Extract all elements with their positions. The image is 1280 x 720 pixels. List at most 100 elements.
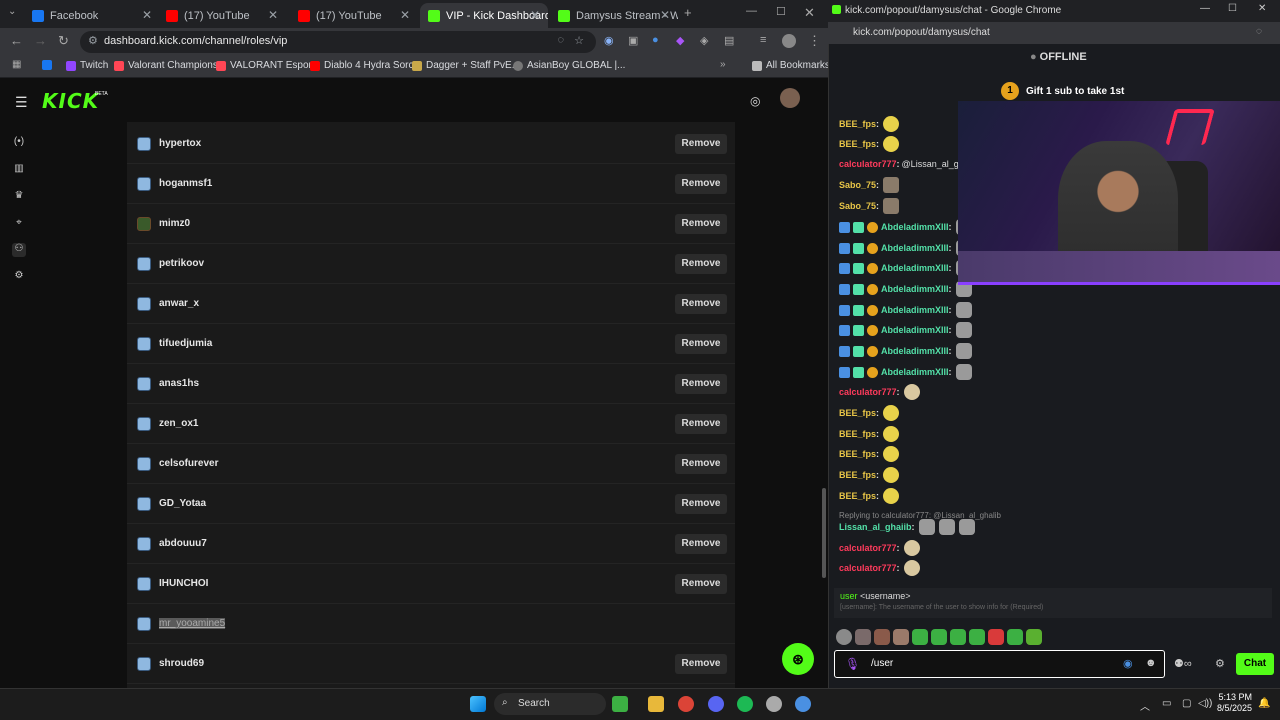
moderation-icon[interactable]: ⌖ [12,217,26,231]
support-chat-button[interactable]: ⊛ [782,643,814,675]
bookmark-facebook[interactable] [42,60,56,70]
remove-vip-button[interactable]: Remove [675,494,727,514]
network-icon[interactable]: ▢ [1182,698,1191,709]
chat-message[interactable]: BEE_fps: [839,405,900,421]
taskbar-search[interactable]: ⌕ Search [494,693,606,715]
media-icon[interactable]: ≡ [760,34,766,46]
chat-message[interactable]: AbdeladimmXIII: [839,260,972,276]
bookmark-dagger[interactable]: Dagger + Staff PvE... [412,60,520,71]
tray-icon[interactable]: ▭ [1162,698,1171,709]
chrome-icon[interactable] [678,696,694,712]
roles-icon[interactable]: ⚇ [12,243,26,257]
app-icon[interactable] [795,696,811,712]
tab-kick-4[interactable]: Damysus Stream - Wat ✕ [550,3,678,28]
chat-username[interactable]: AbdeladimmXIII [881,346,949,356]
bookmark-valorant-esports[interactable]: VALORANT Esports [216,60,320,71]
all-bookmarks[interactable]: All Bookmarks [752,60,830,71]
notification-bell-icon[interactable]: 🔔 [1258,698,1270,709]
tab-kick-3[interactable]: VIP - Kick Dashboard ✕ [420,3,548,28]
microphone-icon[interactable]: 🎙 [845,657,860,671]
chat-username[interactable]: calculator777 [839,159,897,169]
trophy-icon[interactable]: ♛ [12,190,26,204]
emote-icon[interactable] [969,629,985,645]
emote-icon[interactable] [988,629,1004,645]
steam-icon[interactable] [766,696,782,712]
site-info-icon[interactable]: ⚙ [88,34,98,47]
chat-username[interactable]: calculator777 [839,563,897,573]
chat-message[interactable]: AbdeladimmXIII: [839,364,972,380]
user-avatar[interactable] [780,88,800,108]
remove-vip-button[interactable]: Remove [675,334,727,354]
remove-vip-button[interactable]: Remove [675,574,727,594]
tray-chevron-icon[interactable]: ︿ [1140,698,1150,713]
chat-message[interactable]: AbdeladimmXIII: [839,343,972,359]
reload-icon[interactable]: ↻ [58,33,69,49]
star-icon[interactable]: ☆ [574,34,584,47]
remove-vip-button[interactable]: Remove [675,374,727,394]
chat-message[interactable]: AbdeladimmXIII: [839,281,972,297]
chat-username[interactable]: BEE_fps [839,470,876,480]
eye-off-icon[interactable]: ◌ [557,34,564,46]
send-chat-button[interactable]: Chat [1236,653,1274,675]
chat-username[interactable]: AbdeladimmXIII [881,263,949,273]
chat-message[interactable]: AbdeladimmXIII: [839,219,972,235]
remove-vip-button[interactable]: Remove [675,134,727,154]
settings-gear-icon[interactable]: ⚙ [12,270,26,284]
analytics-icon[interactable]: ▥ [12,163,26,177]
chat-username[interactable]: BEE_fps [839,119,876,129]
chat-message[interactable]: BEE_fps: [839,446,900,462]
close-tab-icon[interactable]: ✕ [400,8,410,22]
discord-icon[interactable] [708,696,724,712]
close-tab-icon[interactable]: ✕ [530,8,540,22]
new-tab-icon[interactable]: + [684,5,692,20]
emote-icon[interactable] [874,629,890,645]
chat-message[interactable]: calculator777: [839,560,920,576]
emote-icon[interactable] [1007,629,1023,645]
tab-search-icon[interactable]: ⌄ [8,6,16,17]
tab-facebook-0[interactable]: Facebook ✕ [24,3,160,28]
chat-input[interactable]: 🎙 /user ◉ ☻ [834,650,1165,678]
forward-icon[interactable]: → [34,33,47,48]
emote-icon[interactable] [950,629,966,645]
verified-icon[interactable]: ◉ [1123,657,1133,670]
emote-icon[interactable] [912,629,928,645]
minimize-icon[interactable]: — [1200,3,1210,14]
eye-off-icon[interactable]: ◌ [1256,26,1262,37]
chat-message[interactable]: BEE_fps: [839,426,900,442]
chat-username[interactable]: Lissan_al_ghaiib [839,522,912,532]
url-field[interactable]: ⚙ dashboard.kick.com/channel/roles/vip ◌… [80,31,596,53]
shield-icon[interactable]: ◈ [700,34,708,47]
chat-username[interactable]: BEE_fps [839,429,876,439]
chat-message[interactable]: BEE_fps: [839,467,900,483]
chat-message[interactable]: Lissan_al_ghaiib: [839,519,975,535]
chat-username[interactable]: AbdeladimmXIII [881,222,949,232]
remove-vip-button[interactable]: Remove [675,534,727,554]
menu-dots-icon[interactable]: ⋮ [808,33,821,49]
chat-username[interactable]: calculator777 [839,543,897,553]
emote-icon[interactable] [855,629,871,645]
remove-vip-button[interactable]: Remove [675,454,727,474]
chat-username[interactable]: BEE_fps [839,408,876,418]
close-icon[interactable]: ✕ [1258,3,1266,14]
chat-username[interactable]: calculator777 [839,387,897,397]
close-icon[interactable]: ✕ [804,5,815,21]
tab-youtube-2[interactable]: (17) YouTube ✕ [290,3,418,28]
chat-message[interactable]: AbdeladimmXIII: [839,302,972,318]
apps-grid-icon[interactable]: ▦ [12,59,21,70]
chat-message[interactable]: Sabo_75: [839,198,900,214]
chat-message[interactable]: calculator777: [839,540,920,556]
command-suggestion[interactable]: user <username> [username]: The username… [834,588,1272,618]
emote-icon[interactable] [931,629,947,645]
bookmark-asianboy[interactable]: AsianBoy GLOBAL |... [513,60,625,71]
chat-username[interactable]: BEE_fps [839,139,876,149]
bookmark-diablo[interactable]: Diablo 4 Hydra Sorc... [310,60,422,71]
users-icon[interactable]: ⚉∞ [1174,657,1192,670]
bookmark-valorant-champions[interactable]: Valorant Champions... [114,60,226,71]
remove-vip-button[interactable]: Remove [675,254,727,274]
remove-vip-button[interactable]: Remove [675,214,727,234]
chat-username[interactable]: BEE_fps [839,491,876,501]
chat-message[interactable]: calculator777: [839,384,920,400]
emote-icon[interactable] [893,629,909,645]
file-explorer-icon[interactable] [648,696,664,712]
scrollbar[interactable] [822,488,826,578]
